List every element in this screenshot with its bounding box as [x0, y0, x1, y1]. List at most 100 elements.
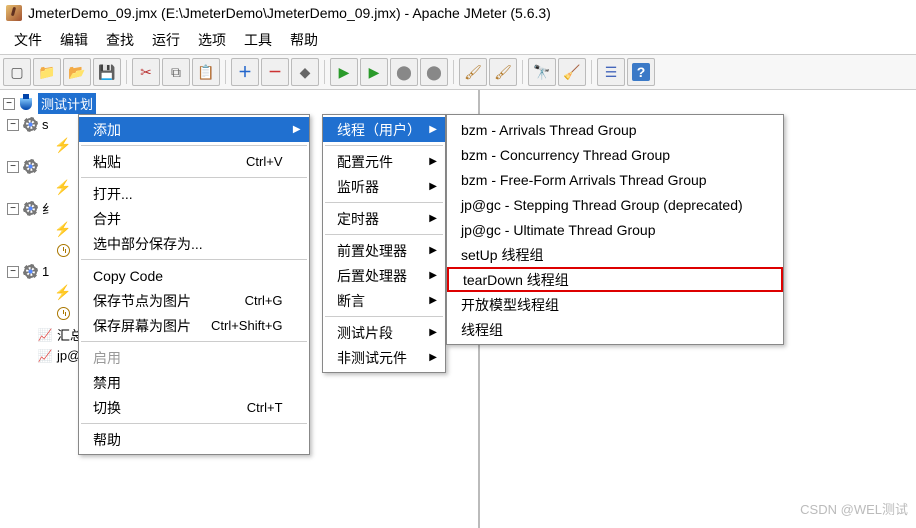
context-menu-item[interactable]: 保存节点为图片Ctrl+G: [79, 288, 309, 313]
tree-toggle[interactable]: −: [7, 266, 19, 278]
tree-item-label[interactable]: 1: [42, 264, 49, 279]
menu-6[interactable]: 帮助: [282, 28, 326, 52]
add-submenu-item[interactable]: 配置元件▶: [323, 149, 445, 174]
tree-toggle[interactable]: −: [3, 98, 15, 110]
new-file-icon[interactable]: ▢: [3, 58, 31, 86]
thread-submenu-item[interactable]: jp@gc - Stepping Thread Group (deprecate…: [447, 192, 783, 217]
menu-item-label: jp@gc - Ultimate Thread Group: [461, 222, 655, 238]
cut-icon[interactable]: ✂: [132, 58, 160, 86]
save-icon[interactable]: 💾: [93, 58, 121, 86]
context-menu-item[interactable]: 选中部分保存为...: [79, 231, 309, 256]
chevron-right-icon: ▶: [429, 124, 437, 135]
context-menu-item[interactable]: Copy Code: [79, 263, 309, 288]
context-menu-item[interactable]: 粘贴 Ctrl+V: [79, 149, 309, 174]
menu-item-label: setUp 线程组: [461, 245, 543, 265]
tree-item-label[interactable]: s: [42, 117, 49, 132]
clear-icon[interactable]: 🖌: [459, 58, 487, 86]
chevron-right-icon: ▶: [429, 213, 437, 224]
add-submenu-item[interactable]: 后置处理器▶: [323, 263, 445, 288]
context-menu-item[interactable]: 切换Ctrl+T: [79, 395, 309, 420]
add-submenu-item[interactable]: 监听器▶: [323, 174, 445, 199]
templates-icon[interactable]: 📁: [33, 58, 61, 86]
menu-0[interactable]: 文件: [6, 28, 50, 52]
add-submenu-item[interactable]: 定时器▶: [323, 206, 445, 231]
tree-root-label[interactable]: 测试计划: [38, 93, 96, 114]
function-helper-icon[interactable]: ☰: [597, 58, 625, 86]
thread-submenu-item[interactable]: bzm - Concurrency Thread Group: [447, 142, 783, 167]
start-icon[interactable]: ▶: [330, 58, 358, 86]
shutdown-icon[interactable]: ⬤: [420, 58, 448, 86]
context-menu-item[interactable]: 保存屏幕为图片Ctrl+Shift+G: [79, 313, 309, 338]
help-icon[interactable]: ?: [627, 58, 655, 86]
menu-item-label: 断言: [337, 291, 365, 311]
tree-toggle[interactable]: −: [7, 119, 19, 131]
menu-item-label: 监听器: [337, 177, 379, 197]
menu-5[interactable]: 工具: [236, 28, 280, 52]
start-icon: ▶: [339, 65, 350, 79]
add-submenu-item[interactable]: 断言▶: [323, 288, 445, 313]
context-menu-item[interactable]: 打开...: [79, 181, 309, 206]
thread-submenu-item[interactable]: 开放模型线程组: [447, 292, 783, 317]
context-menu-item[interactable]: 添加▶: [79, 117, 309, 142]
toggle-icon: ◆: [300, 65, 311, 79]
copy-icon[interactable]: ⧉: [162, 58, 190, 86]
menu-3[interactable]: 运行: [144, 28, 188, 52]
thread-submenu-item[interactable]: setUp 线程组: [447, 242, 783, 267]
menu-item-label: 保存屏幕为图片: [93, 316, 191, 336]
window-title: JmeterDemo_09.jmx (E:\JmeterDemo\JmeterD…: [28, 5, 551, 21]
menu-2[interactable]: 查找: [98, 28, 142, 52]
add-submenu-item[interactable]: 测试片段▶: [323, 320, 445, 345]
context-menu[interactable]: 添加▶ 粘贴 Ctrl+V 打开... 合并选中部分保存为... Copy Code保存节…: [78, 114, 310, 455]
toggle-icon[interactable]: ◆: [291, 58, 319, 86]
menu-bar: 文件编辑查找运行选项工具帮助: [0, 26, 916, 54]
tree-toggle[interactable]: −: [7, 203, 19, 215]
thread-submenu-item[interactable]: 线程组: [447, 317, 783, 342]
chevron-right-icon: ▶: [429, 156, 437, 167]
clock-icon: [55, 306, 71, 322]
menu-4[interactable]: 选项: [190, 28, 234, 52]
clear-all-icon[interactable]: 🖌: [489, 58, 517, 86]
reset-search-icon[interactable]: 🧹: [558, 58, 586, 86]
threads-submenu[interactable]: bzm - Arrivals Thread Group bzm - Concurr…: [446, 114, 784, 345]
context-menu-item[interactable]: 合并: [79, 206, 309, 231]
menu-shortcut: Ctrl+G: [225, 293, 283, 308]
menu-separator: [325, 234, 443, 235]
add-submenu[interactable]: 线程（用户）▶配置元件▶监听器▶定时器▶前置处理器▶后置处理器▶断言▶测试片段▶…: [322, 114, 446, 373]
menu-item-label: jp@gc - Stepping Thread Group (deprecate…: [461, 197, 743, 213]
bolt-icon: ⚡: [55, 180, 71, 196]
stop-icon[interactable]: ⬤: [390, 58, 418, 86]
save-icon: 💾: [98, 65, 115, 79]
add-submenu-item[interactable]: 线程（用户）▶: [323, 117, 445, 142]
menu-item-label: 粘贴: [93, 152, 121, 172]
cut-icon: ✂: [140, 65, 152, 79]
add-submenu-item[interactable]: 非测试元件▶: [323, 345, 445, 370]
menu-shortcut: Ctrl+V: [226, 154, 282, 169]
bolt-icon: ⚡: [55, 138, 71, 154]
thread-submenu-item[interactable]: tearDown 线程组: [447, 267, 783, 292]
open-icon[interactable]: 📂: [63, 58, 91, 86]
toolbar: ▢📁📂 💾 ✂ ⧉📋 ＋－ ◆ ▶ ▶ ⬤ ⬤ 🖌🖌 🔭 🧹 ☰?: [0, 54, 916, 90]
context-menu-item[interactable]: 帮助: [79, 427, 309, 452]
context-menu-item[interactable]: 禁用: [79, 370, 309, 395]
expand-icon[interactable]: ＋: [231, 58, 259, 86]
paste-icon[interactable]: 📋: [192, 58, 220, 86]
thread-submenu-item[interactable]: jp@gc - Ultimate Thread Group: [447, 217, 783, 242]
search-icon: 🔭: [533, 65, 550, 79]
start-no-timers-icon[interactable]: ▶: [360, 58, 388, 86]
thread-submenu-item[interactable]: bzm - Arrivals Thread Group: [447, 117, 783, 142]
tree-item-label[interactable]: 纟: [42, 199, 55, 218]
menu-item-label: 开放模型线程组: [461, 295, 559, 315]
add-submenu-item[interactable]: 前置处理器▶: [323, 238, 445, 263]
stop-icon: ⬤: [396, 65, 412, 79]
menu-item-label: bzm - Concurrency Thread Group: [461, 147, 670, 163]
menu-item-label: 合并: [93, 209, 121, 229]
toolbar-separator: [126, 60, 127, 84]
collapse-icon[interactable]: －: [261, 58, 289, 86]
toolbar-separator: [591, 60, 592, 84]
thread-submenu-item[interactable]: bzm - Free-Form Arrivals Thread Group: [447, 167, 783, 192]
search-icon[interactable]: 🔭: [528, 58, 556, 86]
menu-1[interactable]: 编辑: [52, 28, 96, 52]
tree-toggle[interactable]: −: [7, 161, 19, 173]
menu-shortcut: Ctrl+Shift+G: [191, 318, 283, 333]
menu-separator: [81, 145, 307, 146]
